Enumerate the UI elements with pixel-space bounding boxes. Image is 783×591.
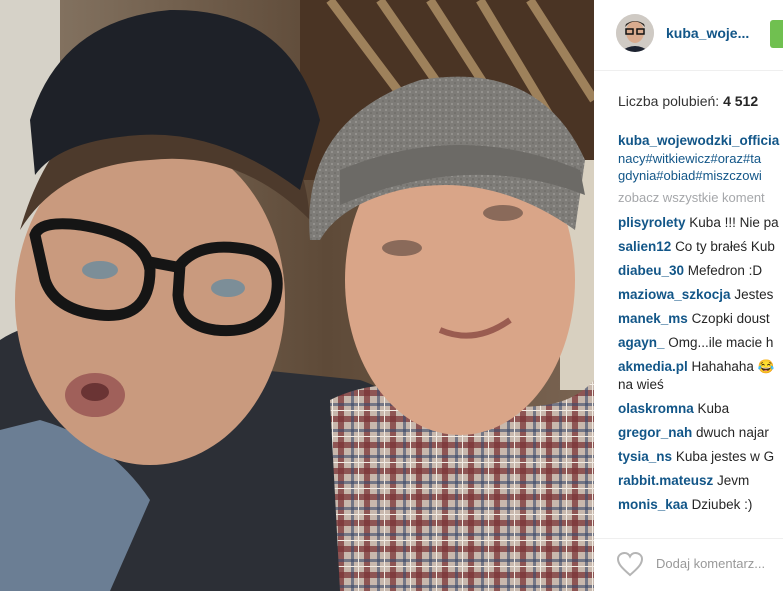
avatar-image <box>616 14 654 52</box>
follow-button[interactable] <box>770 20 783 48</box>
likes-value: 4 512 <box>723 93 759 109</box>
comment-username[interactable]: manek_ms <box>618 311 688 326</box>
comment-username[interactable]: tysia_ns <box>618 449 672 464</box>
comment-item: olaskromna Kuba <box>618 400 783 418</box>
comment-item: gregor_nah dwuch najar <box>618 424 783 442</box>
comment-item: manek_ms Czopki doust <box>618 310 783 328</box>
comment-item: plisyrolety Kuba !!! Nie pa <box>618 214 783 232</box>
post-footer: Dodaj komentarz... <box>594 538 783 591</box>
header-username[interactable]: kuba_woje... <box>666 25 749 41</box>
comment-username[interactable]: gregor_nah <box>618 425 692 440</box>
comment-username[interactable]: monis_kaa <box>618 497 688 512</box>
comment-item: salien12 Co ty brałeś Kub <box>618 238 783 256</box>
comment-text: Mefedron :D <box>687 263 763 278</box>
likes-count: Liczba polubień: 4 512 <box>618 93 758 109</box>
comment-username[interactable]: maziowa_szkocja <box>618 287 731 302</box>
caption-line[interactable]: nacy#witkiewicz#oraz#ta <box>618 150 783 167</box>
photo-image <box>0 0 594 591</box>
comment-username[interactable]: akmedia.pl <box>618 359 688 374</box>
comment-text: Jevm <box>717 473 750 488</box>
comment-text: Kuba <box>697 401 730 416</box>
caption-username[interactable]: kuba_wojewodzki_officia <box>618 133 779 148</box>
comment-item: rabbit.mateusz Jevm <box>618 472 783 490</box>
comment-text: Czopki doust <box>691 311 770 326</box>
caption: kuba_wojewodzki_officia <box>618 132 783 150</box>
comment-text: Kuba !!! Nie pa <box>689 215 779 230</box>
comment-text: Kuba jestes w G <box>675 449 775 464</box>
comment-text: dwuch najar <box>696 425 769 440</box>
comments-list: kuba_wojewodzki_officia nacy#witkiewicz#… <box>618 132 783 520</box>
comment-username[interactable]: rabbit.mateusz <box>618 473 713 488</box>
comment-text: Omg...ile macie h <box>668 335 774 350</box>
comment-username[interactable]: agayn_ <box>618 335 665 350</box>
comment-item: agayn_ Omg...ile macie h <box>618 334 783 352</box>
comment-item: tysia_ns Kuba jestes w G <box>618 448 783 466</box>
view-all-comments-link[interactable]: zobacz wszystkie koment <box>618 189 783 207</box>
comment-text-continued: na wieś <box>618 377 664 392</box>
comment-text: Dziubek :) <box>691 497 753 512</box>
caption-line[interactable]: gdynia#obiad#miszczowi <box>618 167 783 184</box>
comment-text: Hahahaha 😂 <box>691 359 775 374</box>
post-photo[interactable] <box>0 0 594 591</box>
comment-item: monis_kaa Dziubek :) <box>618 496 783 514</box>
comment-username[interactable]: olaskromna <box>618 401 694 416</box>
comment-item: maziowa_szkocja Jestes <box>618 286 783 304</box>
comment-username[interactable]: diabeu_30 <box>618 263 684 278</box>
avatar[interactable] <box>616 14 654 52</box>
comment-item: diabeu_30 Mefedron :D <box>618 262 783 280</box>
comment-username[interactable]: salien12 <box>618 239 671 254</box>
likes-label: Liczba polubień: <box>618 93 720 109</box>
add-comment-input[interactable]: Dodaj komentarz... <box>656 556 765 571</box>
post-sidebar: kuba_woje... Liczba polubień: 4 512 kuba… <box>594 0 783 591</box>
comment-text: Co ty brałeś Kub <box>675 239 775 254</box>
heart-icon[interactable] <box>616 551 644 577</box>
comment-item: akmedia.pl Hahahaha 😂 na wieś <box>618 358 783 394</box>
post-header: kuba_woje... <box>594 0 783 71</box>
comment-text: Jestes <box>734 287 774 302</box>
comment-username[interactable]: plisyrolety <box>618 215 686 230</box>
